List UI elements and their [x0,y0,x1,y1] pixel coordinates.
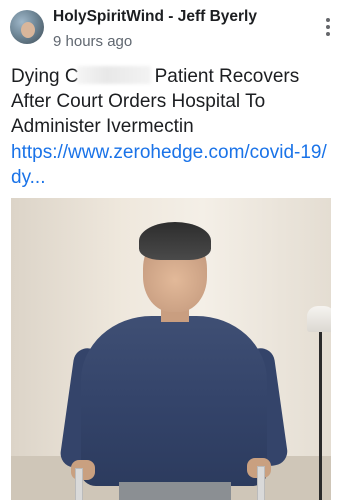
floor-lamp-pole [319,332,322,500]
post-timestamp[interactable]: 9 hours ago [53,33,132,50]
walker-left-leg [75,468,83,500]
post-photo[interactable] [11,198,331,500]
walker-right-leg [257,466,265,500]
man-hair [139,222,211,260]
post-body-text: Dying C Patient Recovers After Court Orde… [11,64,331,139]
avatar-face [21,22,35,38]
floor-lamp-shade [307,306,331,332]
article-link[interactable]: https://www.zerohedge.com/covid-19/dy... [11,140,331,190]
more-dot [326,32,330,36]
post-text-start: Dying C [11,66,79,87]
post-header: HolySpiritWind - Jeff Byerly 9 hours ago [0,0,341,58]
author-name[interactable]: HolySpiritWind - Jeff Byerly [53,8,257,26]
redacted-word [76,66,151,84]
pants [119,482,231,500]
more-dot [326,18,330,22]
author-avatar[interactable] [10,10,44,44]
more-dot [326,25,330,29]
more-vertical-icon[interactable] [325,18,331,40]
sweater-torso [81,316,267,486]
